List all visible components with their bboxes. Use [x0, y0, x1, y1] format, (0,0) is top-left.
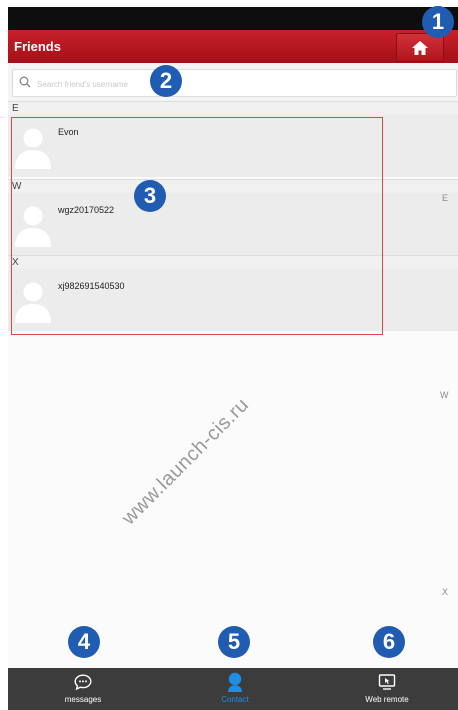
nav-web-remote[interactable]: Web remote [342, 668, 432, 710]
search-box[interactable] [12, 69, 457, 97]
index-letter-x[interactable]: X [442, 587, 448, 597]
contact-list-highlight [11, 117, 383, 335]
section-header-e: E [8, 101, 458, 115]
remote-screen-icon [378, 674, 396, 690]
callout-2: 2 [150, 65, 182, 97]
home-icon [412, 40, 428, 55]
search-bar [8, 63, 458, 101]
section-letter: E [12, 103, 19, 114]
bottom-nav: messages Contact Web remote [8, 668, 458, 710]
nav-label: Web remote [365, 695, 409, 704]
callout-6: 6 [373, 626, 405, 658]
page-title: Friends [14, 39, 61, 54]
app-screen: Friends E Evon W [8, 7, 458, 710]
callout-3: 3 [134, 180, 166, 212]
search-input[interactable] [35, 74, 439, 94]
chat-bubble-icon [74, 674, 92, 690]
callout-4: 4 [68, 626, 100, 658]
callout-5: 5 [218, 626, 250, 658]
nav-contact[interactable]: Contact [200, 668, 270, 710]
index-letter-w[interactable]: W [440, 390, 449, 400]
index-letter-e[interactable]: E [442, 193, 448, 203]
contact-person-icon [228, 672, 242, 692]
nav-messages[interactable]: messages [48, 668, 118, 710]
watermark: www.launch-cis.ru [117, 393, 254, 530]
status-bar [8, 7, 458, 30]
nav-label: messages [64, 695, 102, 704]
callout-1: 1 [422, 6, 454, 38]
search-icon [19, 76, 31, 88]
title-bar: Friends [8, 30, 458, 63]
nav-label: Contact [221, 695, 249, 704]
